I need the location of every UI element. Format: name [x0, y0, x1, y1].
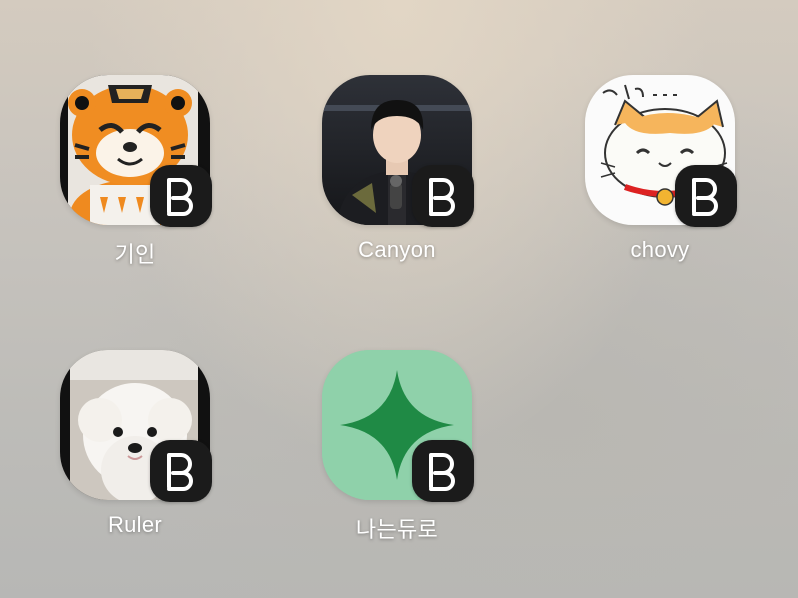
app-shortcut-giin[interactable]: 기인 — [35, 75, 235, 285]
app-label: 나는듀로 — [355, 517, 439, 542]
bd-app-badge-icon — [412, 165, 474, 227]
bd-app-badge-icon — [150, 165, 212, 227]
app-icon-container — [60, 350, 212, 502]
app-shortcut-chovy[interactable]: chovy — [560, 75, 760, 285]
bd-app-badge-icon — [150, 440, 212, 502]
app-label: Canyon — [358, 237, 436, 262]
bd-app-badge-icon — [675, 165, 737, 227]
app-label: chovy — [630, 237, 690, 262]
app-label: 기인 — [114, 242, 156, 267]
app-shortcut-ruler[interactable]: Ruler — [35, 350, 235, 560]
app-icon-container — [322, 350, 474, 502]
app-label: Ruler — [107, 512, 163, 537]
app-icon-container — [60, 75, 212, 227]
home-screen-grid: 기인 Canyon chovy Ruler 나는듀로 — [0, 0, 798, 598]
bd-app-badge-icon — [412, 440, 474, 502]
app-icon-container — [585, 75, 737, 227]
app-shortcut-naneun-duro[interactable]: 나는듀로 — [297, 350, 497, 560]
app-icon-container — [322, 75, 474, 227]
app-shortcut-canyon[interactable]: Canyon — [297, 75, 497, 285]
